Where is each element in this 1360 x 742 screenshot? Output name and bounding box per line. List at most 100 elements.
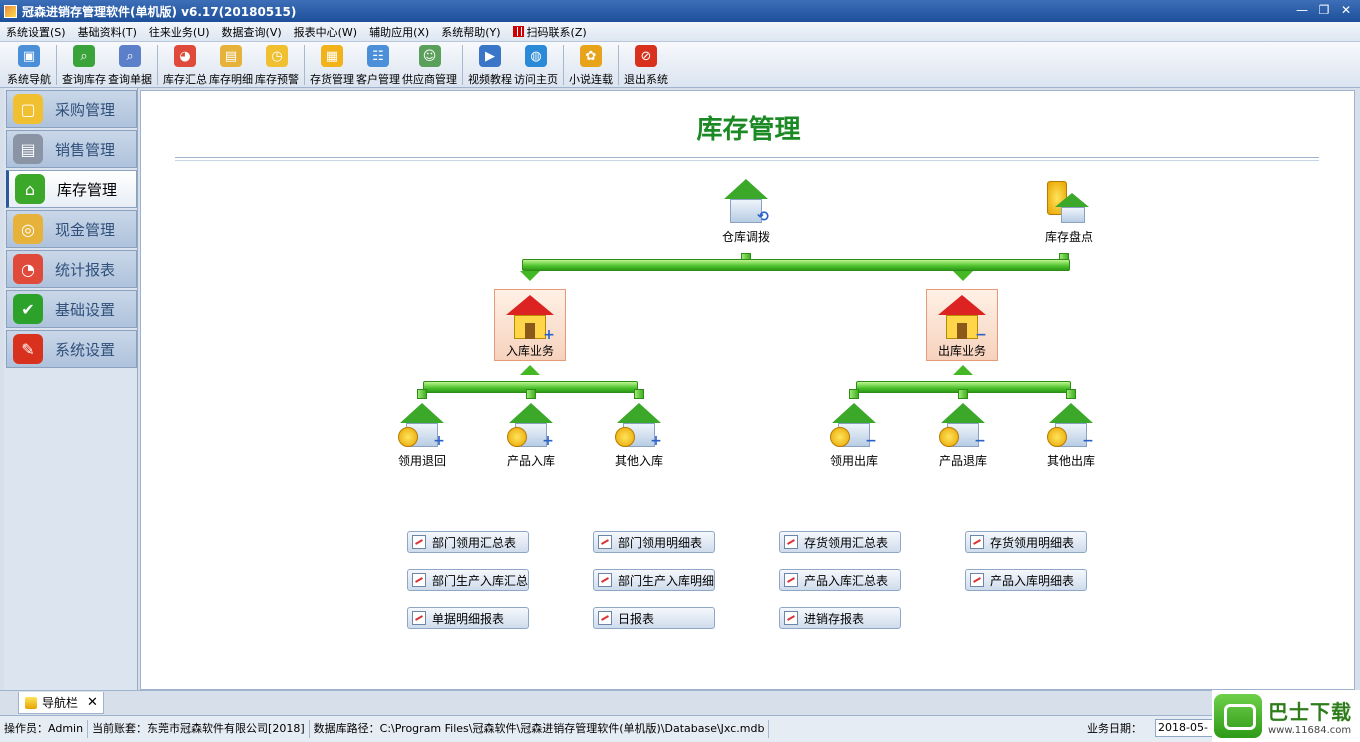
title-bar: 冠森进销存管理软件(单机版) v6.17(20180515) — ❐ ✕ <box>0 0 1360 22</box>
toolbar-label: 库存预警 <box>255 73 299 86</box>
report-chart-icon <box>412 535 426 549</box>
house-icon: + <box>398 403 446 449</box>
arrow-down-in <box>520 271 540 281</box>
report-button[interactable]: 产品入库明细表 <box>965 569 1087 591</box>
report-button[interactable]: 单据明细报表 <box>407 607 529 629</box>
sidebar-item-1[interactable]: ▤ 销售管理 <box>6 130 137 168</box>
menu-business[interactable]: 往来业务(U) <box>143 24 216 40</box>
sidebar-item-2[interactable]: ⌂ 库存管理 <box>6 170 137 208</box>
window-title: 冠森进销存管理软件(单机版) v6.17(20180515) <box>22 4 297 19</box>
close-button[interactable]: ✕ <box>1336 2 1356 19</box>
toolbar-button-2[interactable]: ⌕ 查询单据 <box>108 42 152 87</box>
toolbar-button-3[interactable]: ◕ 库存汇总 <box>163 42 207 87</box>
toolbar-button-5[interactable]: ◷ 库存预警 <box>255 42 299 87</box>
tab-close-icon[interactable]: ✕ <box>87 695 98 710</box>
node-label: 其他出库 <box>1046 454 1095 468</box>
report-button[interactable]: 存货领用明细表 <box>965 531 1087 553</box>
toolbar-label: 系统导航 <box>7 73 51 86</box>
watermark: 巴士下载 www.11684.com <box>1212 690 1360 742</box>
report-chart-icon <box>784 573 798 587</box>
title-divider <box>175 157 1319 161</box>
report-label: 存货领用明细表 <box>990 535 1075 550</box>
child-connector <box>526 389 536 399</box>
report-chart-icon <box>598 573 612 587</box>
toolbar: ▣ 系统导航 ⌕ 查询库存 ⌕ 查询单据 ◕ 库存汇总 ▤ 库存明细 ◷ 库存预警 ▦ 存货管理 ☷ 客户管理… <box>0 42 1360 88</box>
report-button[interactable]: 部门生产入库汇总 <box>407 569 529 591</box>
business-date-field[interactable]: 2018-05-17 <box>1155 719 1220 737</box>
outbound-house-icon: − <box>938 295 987 342</box>
outbound-label: 出库业务 <box>937 344 986 358</box>
node-in_children-0[interactable]: + 领用退回 <box>387 403 457 469</box>
toolbar-button-7[interactable]: ☷ 客户管理 <box>356 42 400 87</box>
node-outbound[interactable]: − 出库业务 <box>926 289 998 361</box>
menu-scan-contact[interactable]: 扫码联系(Z) <box>507 24 593 40</box>
sidebar: ▢ 采购管理 ▤ 销售管理 ⌂ 库存管理 ◎ 现金管理 ◔ 统计报表 ✔ 基础设置 ✎ 系统设置 <box>4 88 138 690</box>
toolbar-button-12[interactable]: ⊘ 退出系统 <box>624 42 668 87</box>
node-out_children-1[interactable]: − 产品退库 <box>928 403 998 469</box>
supplier-icon: ☺ <box>418 45 441 67</box>
report-button[interactable]: 部门领用明细表 <box>593 531 715 553</box>
report-label: 单据明细报表 <box>432 611 505 626</box>
detail-icon: ▤ <box>220 45 242 67</box>
tab-navigation[interactable]: 导航栏 ✕ <box>18 692 104 714</box>
flower-icon: ✿ <box>580 45 602 67</box>
report-label: 部门领用明细表 <box>618 535 703 550</box>
status-db-path: 数据库路径：C:\Program Files\冠森软件\冠森进销存管理软件(单机… <box>310 720 770 738</box>
menu-data-query[interactable]: 数据查询(V) <box>216 24 288 40</box>
report-button[interactable]: 产品入库汇总表 <box>779 569 901 591</box>
sidebar-item-5[interactable]: ✔ 基础设置 <box>6 290 137 328</box>
toolbar-label: 小说连载 <box>569 73 613 86</box>
sidebar-item-0[interactable]: ▢ 采购管理 <box>6 90 137 128</box>
globe-icon: ◍ <box>525 45 547 67</box>
node-warehouse-transfer[interactable]: ⟲ 仓库调拨 <box>711 179 781 245</box>
node-out_children-0[interactable]: − 领用出库 <box>819 403 889 469</box>
report-button[interactable]: 部门生产入库明细 <box>593 569 715 591</box>
menu-system-settings[interactable]: 系统设置(S) <box>0 24 72 40</box>
report-chart-icon <box>412 611 426 625</box>
sidebar-item-4[interactable]: ◔ 统计报表 <box>6 250 137 288</box>
minimize-button[interactable]: — <box>1292 2 1312 19</box>
menu-auxiliary[interactable]: 辅助应用(X) <box>363 24 435 40</box>
video-icon: ▶ <box>479 45 501 67</box>
tab-label: 导航栏 <box>42 696 79 710</box>
sidebar-item-6[interactable]: ✎ 系统设置 <box>6 330 137 368</box>
qr-code-icon <box>512 26 524 37</box>
toolbar-button-11[interactable]: ✿ 小说连载 <box>569 42 613 87</box>
sidebar-item-3[interactable]: ◎ 现金管理 <box>6 210 137 248</box>
node-inbound[interactable]: + 入库业务 <box>494 289 566 361</box>
menu-help[interactable]: 系统帮助(Y) <box>435 24 506 40</box>
toolbar-button-0[interactable]: ▣ 系统导航 <box>7 42 51 87</box>
report-button[interactable]: 进销存报表 <box>779 607 901 629</box>
stock-take-icon <box>1045 179 1093 225</box>
report-icon: ◔ <box>13 254 43 284</box>
toolbar-button-9[interactable]: ▶ 视频教程 <box>468 42 512 87</box>
node-in_children-1[interactable]: + 产品入库 <box>496 403 566 469</box>
toolbar-button-4[interactable]: ▤ 库存明细 <box>209 42 253 87</box>
sidebar-item-label: 现金管理 <box>55 220 116 239</box>
toolbar-button-6[interactable]: ▦ 存货管理 <box>310 42 354 87</box>
report-button[interactable]: 存货领用汇总表 <box>779 531 901 553</box>
watermark-url: www.11684.com <box>1268 725 1352 736</box>
node-stock-take[interactable]: 库存盘点 <box>1034 179 1104 245</box>
watermark-text: 巴士下载 <box>1268 700 1352 724</box>
node-out_children-2[interactable]: − 其他出库 <box>1036 403 1106 469</box>
restore-button[interactable]: ❐ <box>1314 2 1334 19</box>
menu-basic-data[interactable]: 基础资料(T) <box>72 24 143 40</box>
child-connector <box>958 389 968 399</box>
status-account: 当前账套：东莞市冠森软件有限公司[2018] <box>88 720 310 738</box>
toolbar-separator <box>56 45 57 85</box>
report-button[interactable]: 部门领用汇总表 <box>407 531 529 553</box>
node-label: 产品退库 <box>938 454 987 468</box>
house-icon: + <box>615 403 663 449</box>
node-in_children-2[interactable]: + 其他入库 <box>604 403 674 469</box>
child-connector <box>1066 389 1076 399</box>
tab-bar: 导航栏 ✕ <box>0 690 1360 714</box>
cash-icon: ◎ <box>13 214 43 244</box>
computer-icon: ▣ <box>18 45 40 67</box>
menu-report-center[interactable]: 报表中心(W) <box>288 24 363 40</box>
toolbar-button-1[interactable]: ⌕ 查询库存 <box>62 42 106 87</box>
toolbar-button-10[interactable]: ◍ 访问主页 <box>514 42 558 87</box>
report-button[interactable]: 日报表 <box>593 607 715 629</box>
page-title: 库存管理 <box>696 115 801 145</box>
toolbar-button-8[interactable]: ☺ 供应商管理 <box>402 42 457 87</box>
